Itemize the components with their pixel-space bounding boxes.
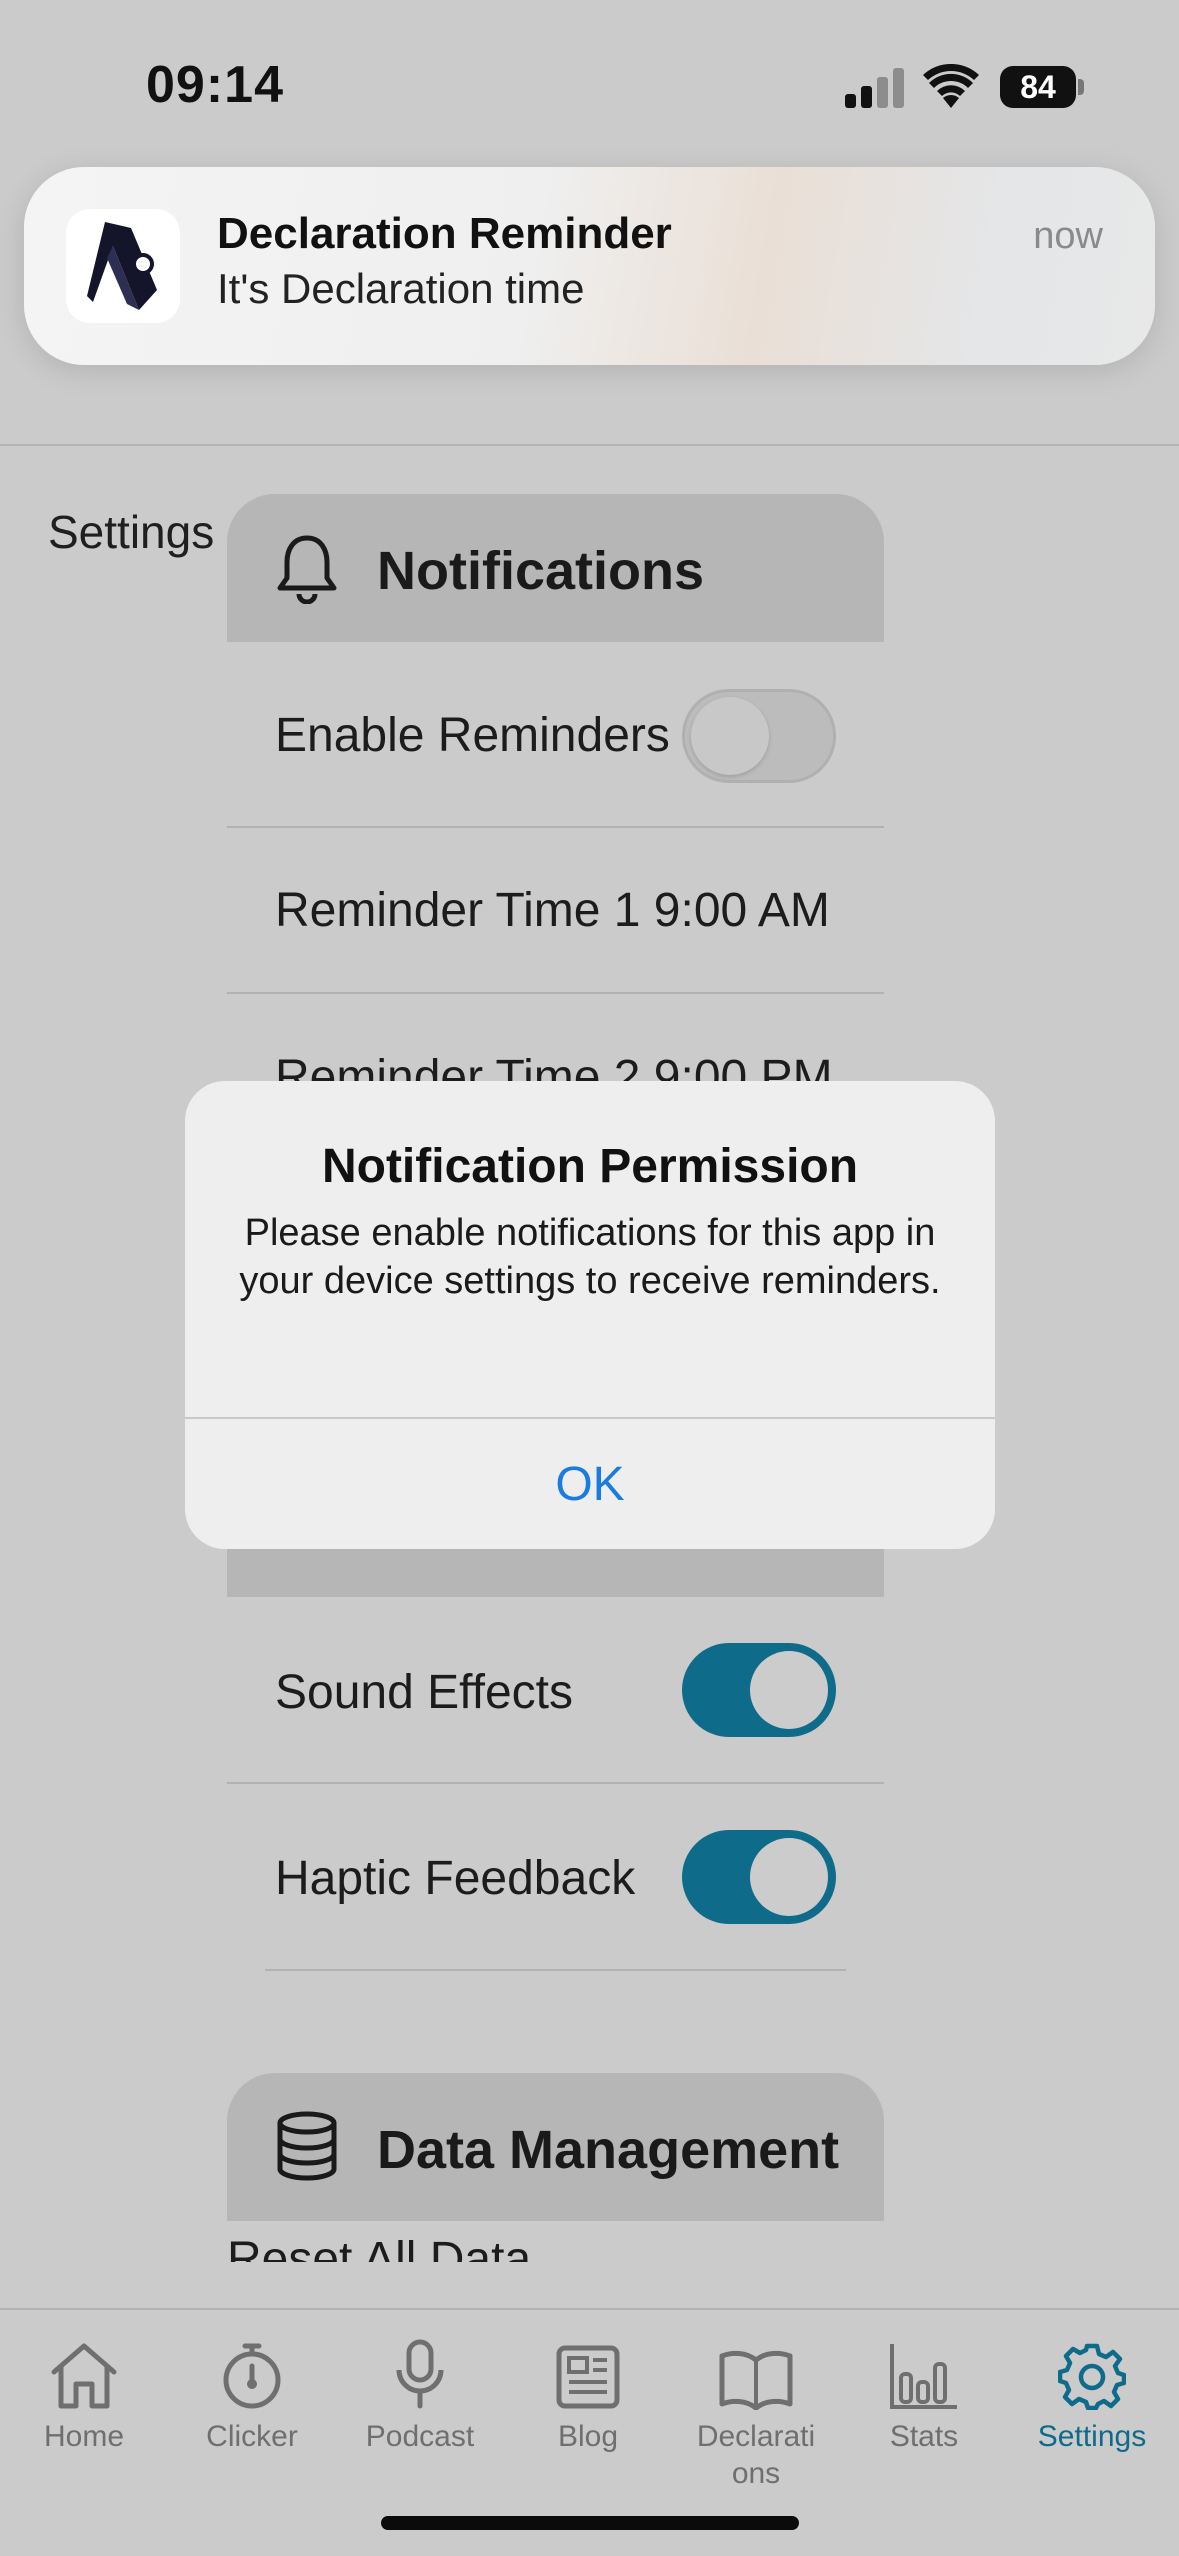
divider xyxy=(227,1782,884,1784)
haptic-feedback-toggle[interactable] xyxy=(682,1830,836,1924)
tab-declarations[interactable]: Declarati ons xyxy=(672,2330,840,2492)
page-title: Settings xyxy=(48,506,215,558)
dialog-message: Please enable notifications for this app… xyxy=(239,1212,941,1302)
bar-chart-icon xyxy=(890,2344,957,2409)
enable-reminders-label: Enable Reminders xyxy=(275,709,670,762)
tab-stats[interactable]: Stats xyxy=(840,2330,1008,2455)
haptic-feedback-label: Haptic Feedback xyxy=(275,1852,636,1905)
book-icon xyxy=(719,2350,793,2410)
tab-blog[interactable]: Blog xyxy=(504,2330,672,2455)
divider xyxy=(227,826,884,828)
tab-home[interactable]: Home xyxy=(0,2330,168,2455)
toggle-knob xyxy=(691,697,769,775)
home-indicator[interactable] xyxy=(381,2516,799,2530)
sound-effects-toggle[interactable] xyxy=(682,1643,836,1737)
app-icon xyxy=(66,209,180,323)
reset-all-data-label: Reset All Data xyxy=(227,2233,532,2262)
feedback-section-header xyxy=(227,1549,884,1597)
permission-dialog: Notification Permission Please enable no… xyxy=(185,1081,995,1549)
battery-nub xyxy=(1078,79,1084,95)
database-icon xyxy=(277,2111,337,2181)
ok-button[interactable]: OK xyxy=(185,1419,995,1549)
reminder-time-1-label: Reminder Time 1 9:00 AM xyxy=(275,884,830,937)
dialog-title: Notification Permission xyxy=(321,1140,859,1193)
gear-icon xyxy=(1058,2343,1126,2410)
tab-label: Settings xyxy=(1037,2420,1147,2453)
tab-clicker[interactable]: Clicker xyxy=(168,2330,336,2455)
app-logo-icon xyxy=(87,222,157,310)
section-title: Notifications xyxy=(377,541,705,601)
data-management-section-header: Data Management xyxy=(227,2073,884,2221)
tab-bar-divider xyxy=(0,2308,1179,2310)
tab-label: Home xyxy=(43,2420,125,2453)
divider xyxy=(227,992,884,994)
header-divider xyxy=(0,444,1179,446)
wifi-icon xyxy=(923,64,979,108)
tab-podcast[interactable]: Podcast xyxy=(336,2330,504,2455)
divider xyxy=(265,1969,846,1971)
cellular-signal-icon xyxy=(845,68,904,108)
enable-reminders-toggle[interactable] xyxy=(682,689,836,783)
banner-body: It's Declaration time xyxy=(217,265,585,312)
section-title: Data Management xyxy=(377,2120,840,2180)
toggle-knob xyxy=(750,1651,828,1729)
stopwatch-icon xyxy=(223,2343,281,2409)
toggle-knob xyxy=(750,1838,828,1916)
tab-label: Stats xyxy=(889,2420,959,2453)
notifications-section-header: Notifications xyxy=(227,494,884,642)
tab-label: Blog xyxy=(557,2420,619,2453)
sound-effects-label: Sound Effects xyxy=(275,1666,573,1719)
notification-banner[interactable]: Declaration Reminder It's Declaration ti… xyxy=(24,167,1155,365)
tab-label: Declarati ons xyxy=(696,2420,816,2490)
newspaper-icon xyxy=(556,2345,620,2409)
status-time: 09:14 xyxy=(146,56,284,114)
bell-icon xyxy=(277,535,337,604)
house-icon xyxy=(51,2343,117,2409)
banner-title: Declaration Reminder xyxy=(217,209,672,258)
banner-time: now xyxy=(1033,215,1103,257)
tab-label: Clicker xyxy=(206,2420,298,2453)
tab-label: Podcast xyxy=(365,2420,475,2453)
tab-settings[interactable]: Settings xyxy=(1008,2330,1176,2455)
reset-all-data-row[interactable]: Reset All Data xyxy=(227,2232,884,2262)
battery-indicator: 84 xyxy=(1000,66,1076,108)
microphone-icon xyxy=(396,2339,444,2409)
